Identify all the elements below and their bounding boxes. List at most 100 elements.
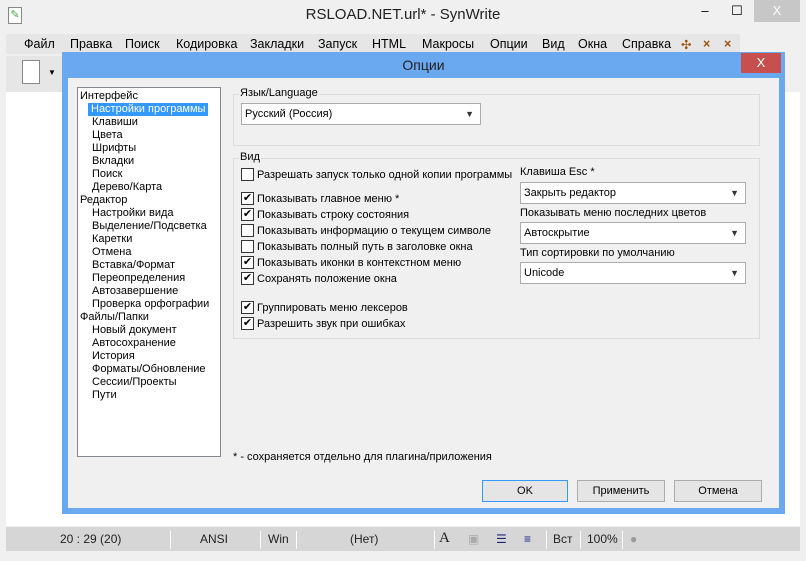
- recent-colors-label: Показывать меню последних цветов: [520, 207, 707, 219]
- checked-icon[interactable]: ✔: [241, 272, 254, 285]
- unchecked-box[interactable]: [241, 168, 254, 181]
- tree-item[interactable]: Настройки вида: [92, 207, 174, 220]
- menu-encoding[interactable]: Кодировка: [176, 37, 237, 51]
- apply-button[interactable]: Применить: [577, 480, 665, 502]
- chevron-down-icon: ▼: [465, 109, 474, 119]
- tree-item[interactable]: Вкладки: [92, 155, 134, 168]
- checkbox-option[interactable]: ✔ Сохранять положение окна: [241, 272, 397, 285]
- language-value: Русский (Россия): [245, 108, 333, 120]
- status-zoom[interactable]: 100%: [587, 532, 618, 546]
- tree-item[interactable]: Отмена: [92, 246, 131, 259]
- tree-item[interactable]: Настройки программы: [88, 103, 209, 116]
- unchecked-box[interactable]: [241, 224, 254, 237]
- tree-item[interactable]: Шрифты: [92, 142, 136, 155]
- menu-bookmarks[interactable]: Закладки: [250, 37, 304, 51]
- tree-item[interactable]: Форматы/Обновление: [92, 363, 206, 376]
- lock-icon[interactable]: ▣: [468, 532, 479, 546]
- menu-html[interactable]: HTML: [372, 37, 406, 51]
- checked-icon[interactable]: ✔: [241, 208, 254, 221]
- esc-label: Клавиша Esc *: [520, 166, 595, 178]
- menu-edit[interactable]: Правка: [70, 37, 112, 51]
- ok-button[interactable]: OK: [482, 480, 568, 502]
- new-file-icon[interactable]: [22, 60, 40, 84]
- tree-item[interactable]: Поиск: [92, 168, 122, 181]
- checkbox-label: Показывать иконки в контекстном меню: [257, 256, 462, 269]
- tree-item[interactable]: Выделение/Подсветка: [92, 220, 207, 233]
- tree-item[interactable]: Автозавершение: [92, 285, 178, 298]
- esc-value: Закрыть редактор: [524, 187, 617, 199]
- checked-icon[interactable]: ✔: [241, 256, 254, 269]
- checkbox-label: Группировать меню лексеров: [257, 301, 408, 314]
- status-bar: [6, 527, 800, 551]
- menu-run[interactable]: Запуск: [318, 37, 357, 51]
- tree-item[interactable]: Проверка орфографии: [92, 298, 209, 311]
- checked-icon[interactable]: ✔: [241, 301, 254, 314]
- status-encoding[interactable]: ANSI: [200, 532, 228, 546]
- menu-help[interactable]: Справка: [622, 37, 671, 51]
- menu-windows[interactable]: Окна: [578, 37, 607, 51]
- checkbox-label: Показывать информацию о текущем символе: [257, 224, 492, 237]
- checkbox-label: Показывать главное меню *: [257, 192, 400, 205]
- menu-options[interactable]: Опции: [490, 37, 528, 51]
- dialog-title: Опции: [402, 57, 445, 73]
- macro-record-icon[interactable]: ●: [630, 532, 637, 546]
- checkbox-option[interactable]: ✔ Группировать меню лексеров: [241, 301, 408, 314]
- status-lexer[interactable]: (Нет): [350, 532, 378, 546]
- unchecked-box[interactable]: [241, 240, 254, 253]
- menu-view[interactable]: Вид: [542, 37, 565, 51]
- font-icon[interactable]: A: [439, 530, 450, 547]
- language-select[interactable]: Русский (Россия) ▼: [241, 103, 481, 125]
- tree-item[interactable]: Интерфейс: [80, 90, 138, 103]
- menu-macros[interactable]: Макросы: [422, 37, 474, 51]
- tree-item[interactable]: Новый документ: [92, 324, 177, 337]
- close-tab-icon[interactable]: ×: [703, 37, 710, 51]
- menu-file[interactable]: Файл: [24, 37, 55, 51]
- cancel-button[interactable]: Отмена: [674, 480, 762, 502]
- checkbox-label: Сохранять положение окна: [257, 272, 397, 285]
- checkbox-option[interactable]: ✔ Показывать иконки в контекстном меню: [241, 256, 461, 269]
- checkbox-option[interactable]: Разрешать запуск только одной копии прог…: [241, 168, 512, 181]
- tree-item[interactable]: Клавиши: [92, 116, 138, 129]
- minimize-button[interactable]: –: [688, 0, 722, 22]
- checkbox-option[interactable]: ✔ Показывать строку состояния: [241, 208, 409, 221]
- window-title: RSLOAD.NET.url* - SynWrite: [305, 6, 501, 23]
- tree-item[interactable]: Сессии/Проекты: [92, 376, 177, 389]
- tree-item[interactable]: Каретки: [92, 233, 132, 246]
- checkbox-label: Показывать полный путь в заголовке окна: [257, 240, 473, 253]
- wrap-icon[interactable]: ≡: [524, 532, 531, 546]
- tree-item[interactable]: Файлы/Папки: [80, 311, 149, 324]
- tree-item[interactable]: История: [92, 350, 135, 363]
- tree-item[interactable]: Пути: [92, 389, 117, 402]
- recent-colors-select[interactable]: Автоскрытие ▼: [520, 222, 746, 244]
- dock-icon[interactable]: ✣: [681, 37, 691, 52]
- checkbox-option[interactable]: ✔ Разрешить звук при ошибках: [241, 317, 405, 330]
- close-button[interactable]: X: [754, 0, 800, 22]
- recent-colors-value: Автоскрытие: [524, 227, 590, 239]
- menu-search[interactable]: Поиск: [125, 37, 160, 51]
- dialog-close-button[interactable]: X: [741, 53, 781, 73]
- close-all-icon[interactable]: ×: [724, 37, 731, 51]
- tree-item[interactable]: Редактор: [80, 194, 127, 207]
- status-insert-mode[interactable]: Вст: [553, 532, 573, 546]
- checkbox-label: Разрешать запуск только одной копии прог…: [257, 168, 513, 181]
- tree-item[interactable]: Автосохранение: [92, 337, 176, 350]
- status-position: 20 : 29 (20): [60, 532, 122, 546]
- maximize-button[interactable]: ☐: [720, 0, 754, 22]
- tree-item[interactable]: Вставка/Формат: [92, 259, 175, 272]
- checkbox-option[interactable]: Показывать информацию о текущем символе: [241, 224, 491, 237]
- align-left-icon[interactable]: ☰: [496, 532, 507, 546]
- sort-value: Unicode: [524, 267, 565, 279]
- view-group-label: Вид: [239, 151, 261, 163]
- dropdown-arrow-icon[interactable]: ▼: [48, 68, 56, 77]
- checked-icon[interactable]: ✔: [241, 192, 254, 205]
- checked-icon[interactable]: ✔: [241, 317, 254, 330]
- sort-select[interactable]: Unicode ▼: [520, 262, 746, 284]
- status-line-ending[interactable]: Win: [268, 532, 289, 546]
- tree-item[interactable]: Цвета: [92, 129, 123, 142]
- esc-select[interactable]: Закрыть редактор ▼: [520, 182, 746, 204]
- checkbox-option[interactable]: Показывать полный путь в заголовке окна: [241, 240, 473, 253]
- checkbox-label: Разрешить звук при ошибках: [257, 317, 406, 330]
- checkbox-option[interactable]: ✔ Показывать главное меню *: [241, 192, 399, 205]
- tree-item[interactable]: Переопределения: [92, 272, 185, 285]
- tree-item[interactable]: Дерево/Карта: [92, 181, 162, 194]
